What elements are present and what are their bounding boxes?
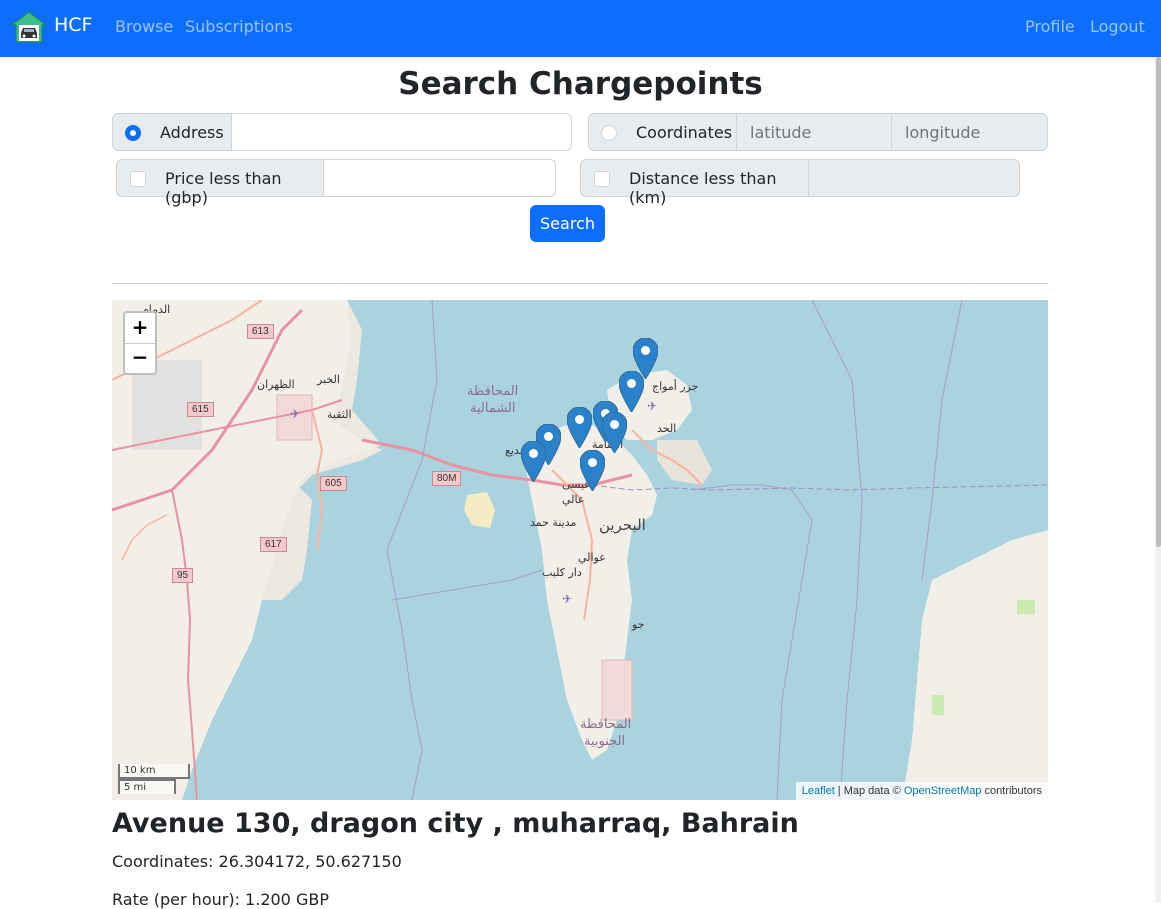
longitude-placeholder: longitude [905,123,981,142]
map-label-northern-1: المحافظة [467,384,519,399]
page-title: Search Chargepoints [398,66,763,102]
coordinates-label: Coordinates [636,123,733,142]
distance-input[interactable] [808,159,1020,197]
chargepoint-coordinates: Coordinates: 26.304172, 50.627150 [112,852,402,871]
chargepoint-marker[interactable] [619,371,644,412]
map-label-darkulaib: دار كليب [542,566,582,579]
scale-mi: 5 mi [118,779,176,794]
scale-km: 10 km [118,764,190,779]
map-label-amwaj: جزر أمواج [652,380,699,393]
map-label-southern-2: الجنوبية [584,734,626,749]
chargepoint-marker[interactable] [521,441,546,482]
chargepoint-marker[interactable] [580,450,605,491]
map-label-awali: عوالي [578,551,606,564]
map-label-thuqbah: الثقبة [327,408,352,421]
address-label: Address [160,123,224,142]
zoom-control: + − [123,311,157,375]
coordinates-radio[interactable] [601,125,617,141]
svg-text:✈: ✈ [647,399,657,413]
attribution-separator: | Map data © [834,785,904,797]
address-radio[interactable] [125,125,141,141]
navbar: HCF Browse Subscriptions Profile Logout [0,0,1161,57]
road-shield-613: 613 [247,324,274,339]
road-shield-615: 615 [187,402,214,417]
road-shield-80m: 80M [432,471,462,486]
chargepoint-marker[interactable] [602,412,627,453]
map[interactable]: ✈ ✈ ✈ الدمام الظهران الخبر الثقبة المحاف… [112,300,1048,800]
chargepoint-rate: Rate (per hour): 1.200 GBP [112,890,329,909]
latitude-input[interactable]: latitude [736,113,892,151]
map-label-northern-2: الشمالية [470,401,516,416]
distance-checkbox[interactable] [594,171,610,187]
price-label: Price less than (gbp) [165,169,282,207]
attribution-tail: contributors [981,785,1042,797]
map-label-khobar: الخبر [317,373,340,386]
address-addon: Address [112,113,232,151]
map-label-dhahran: الظهران [257,378,295,391]
search-button[interactable]: Search [530,205,605,242]
price-input[interactable] [323,159,556,197]
svg-text:✈: ✈ [562,592,572,606]
nav-subscriptions[interactable]: Subscriptions [185,17,293,36]
road-shield-617: 617 [260,537,287,552]
latitude-placeholder: latitude [750,123,812,142]
nav-profile[interactable]: Profile [1025,17,1075,36]
road-shield-605: 605 [320,476,347,491]
openstreetmap-link[interactable]: OpenStreetMap [904,785,982,797]
map-label-jaw: جو [632,618,645,631]
divider [112,283,1048,284]
address-input[interactable] [231,113,572,151]
brand-name[interactable]: HCF [54,14,92,36]
distance-label: Distance less than (km) [629,169,777,207]
nav-logout[interactable]: Logout [1090,17,1145,36]
distance-addon: Distance less than (km) [580,159,809,207]
coordinates-addon: Coordinates [588,113,737,151]
map-label-bahrain: البحرين [599,516,646,534]
road-shield-95: 95 [172,568,194,583]
price-checkbox[interactable] [130,171,146,187]
scrollbar-thumb[interactable] [1156,57,1161,547]
nav-browse[interactable]: Browse [115,17,173,36]
price-addon: Price less than (gbp) [116,159,324,207]
chargepoint-title: Avenue 130, dragon city , muharraq, Bahr… [112,808,799,839]
leaflet-link[interactable]: Leaflet [802,785,835,797]
map-label-aali: عالي [562,493,585,506]
longitude-input[interactable]: longitude [891,113,1048,151]
car-garage-logo-icon[interactable] [11,11,47,43]
map-attribution: Leaflet | Map data © OpenStreetMap contr… [795,782,1048,800]
chargepoint-marker[interactable] [567,407,592,448]
zoom-in-button[interactable]: + [125,313,155,344]
map-label-hamad: مدينة حمد [530,516,577,529]
map-label-hidd: الحد [657,422,677,435]
map-label-southern-1: المحافظة [580,717,632,732]
svg-text:✈: ✈ [290,407,300,421]
zoom-out-button[interactable]: − [125,343,155,373]
